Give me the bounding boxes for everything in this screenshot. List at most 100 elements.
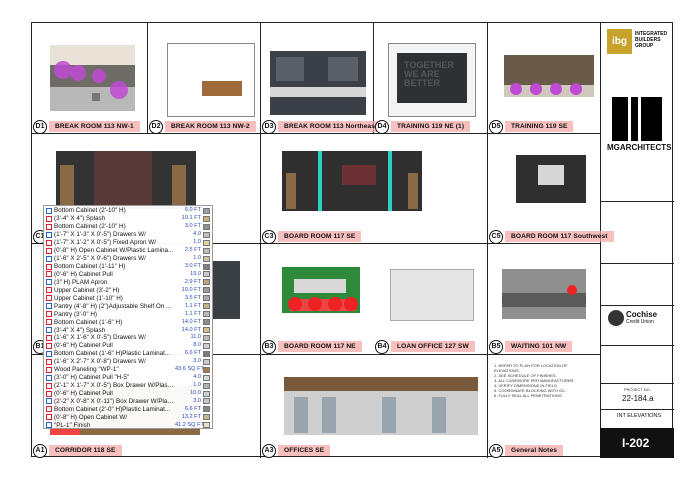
legend-swatch (203, 303, 210, 310)
legend-label: (1'-6" X 1'-6" X 0'-5") Drawers W/ (54, 334, 146, 342)
legend-row: (1'-6" X 1'-6" X 0'-5") Drawers W/11.0 (46, 334, 210, 342)
view-title: LOAN OFFICE 127 SW (391, 341, 475, 352)
view-tag-c5: C5 BOARD ROOM 117 Southwest (489, 229, 614, 244)
legend-label: Pantry (3'-0" H) (54, 310, 97, 318)
view-tag-d1: D1 BREAK ROOM 113 NW-1 (33, 119, 140, 134)
legend-label: (0'-6" H) Cabinet Pull (54, 270, 113, 278)
legend-swatch (203, 215, 210, 222)
view-tag-d5: D5 TRAINING 119 SE (489, 119, 574, 134)
measure-icon (46, 327, 52, 334)
measure-icon (46, 334, 52, 341)
legend-swatch (203, 414, 210, 421)
legend-label: (0'-8" H) Open Cabinet W/ (54, 413, 128, 421)
legend-row: (1'-7" X 1'-2" X 0'-5") Fixed Apron W/1.… (46, 239, 210, 247)
legend-row: Bottom Cabinet (2'-0" H)Plastic Laminat.… (46, 405, 210, 413)
legend-swatch (203, 319, 210, 326)
view-id: B5 (489, 339, 503, 354)
view-id: B3 (262, 339, 276, 354)
measure-icon (46, 414, 52, 421)
measure-icon (46, 247, 52, 254)
view-tag-d4: D4 TRAINING 119 NE (1) (375, 119, 471, 134)
view-tag-a5: A5 General Notes (489, 443, 564, 458)
legend-swatch (203, 255, 210, 262)
legend-row: "PL-1" Finish 41.2 SQ FT (46, 421, 210, 429)
view-id: A3 (262, 443, 276, 458)
legend-swatch (203, 334, 210, 341)
legend-row: (0'-8" H) Open Cabinet W/13.2 FT (46, 413, 210, 421)
legend-value: 10.1 FT (181, 215, 201, 222)
legend-swatch (203, 366, 210, 373)
legend-value: 1.1 FT (184, 310, 201, 317)
legend-value: 6.6 FT (184, 405, 201, 412)
view-title: BREAK ROOM 113 Northeast (278, 121, 384, 132)
legend-value: 6.6 FT (184, 350, 201, 357)
view-title: OFFICES SE (278, 445, 331, 456)
measure-icon (46, 398, 52, 405)
measure-icon (46, 215, 52, 222)
legend-value: 3.0 FT (184, 263, 201, 270)
legend-label: Bottom Cabinet (2'-10" H) (54, 207, 126, 215)
legend-label: (0'-6" H) Cabinet Pull (54, 390, 113, 398)
view-id: C5 (489, 229, 503, 244)
measure-icon (46, 295, 52, 302)
legend-label: Bottom Cabinet (2'-10" H) (54, 223, 126, 231)
measure-icon (46, 319, 52, 326)
legend-label: (3'-4" X 4") Splash (54, 326, 106, 334)
legend-swatch (203, 279, 210, 286)
legend-swatch (203, 342, 210, 349)
view-tag-b3: B3 BOARD ROOM 117 NE (262, 339, 362, 354)
view-tag-d2: D2 BREAK ROOM 113 NW-2 (149, 119, 256, 134)
view-title: BOARD ROOM 117 Southwest (505, 231, 614, 242)
client-name: Cochise (626, 310, 658, 319)
view-tag-a1: A1 CORRIDOR 118 SE (33, 443, 122, 458)
legend-row: Pantry (4'-8" H) (2")Adjustable Shelf On… (46, 302, 210, 310)
legend-value: 1.0 (193, 239, 201, 246)
sheet-title: INT ELEVATIONS (617, 413, 662, 419)
legend-value: 41.2 SQ FT (175, 421, 204, 428)
legend-swatch (203, 350, 210, 357)
legend-label: (2'-2" X 0'-8" X 0'-11") Box Drawer W/Pl… (54, 397, 175, 405)
view-id: B4 (375, 339, 389, 354)
legend-swatch (203, 374, 210, 381)
measure-icon (46, 279, 52, 286)
view-title: CORRIDOR 118 SE (49, 445, 122, 456)
measure-icon (46, 263, 52, 270)
legend-label: Upper Cabinet (1'-10" H) (54, 294, 123, 302)
legend-swatch (203, 398, 210, 405)
legend-row: Bottom Cabinet (1'-6" H)Plastic Laminat.… (46, 350, 210, 358)
legend-row: (3'-4" X 4") Splash 14.0 FT (46, 326, 210, 334)
legend-row: (1'-6" X 2'-5" X 0'-6") Drawers W/1.0 (46, 255, 210, 263)
measure-icon (46, 231, 52, 238)
project-no: 22-184.a (622, 394, 654, 403)
legend-value: 3.0 (193, 397, 201, 404)
client-sub: Credit Union (626, 319, 654, 325)
legend-swatch (203, 422, 210, 429)
legend-row: (2'-1" X 1'-7" X 0'-5") Box Drawer W/Pla… (46, 382, 210, 390)
legend-row: Pantry (3'-0" H) 1.1 FT (46, 310, 210, 318)
view-title: BOARD ROOM 117 NE (278, 341, 362, 352)
project-no-label: PROJECT NO. (624, 387, 651, 392)
legend-value: 14.0 FT (181, 318, 201, 325)
measure-icon (46, 303, 52, 310)
legend-row: (3'-0" H) Cabinet Pull "H-5" 4.0 (46, 374, 210, 382)
legend-swatch (203, 271, 210, 278)
legend-label: (1'-6" X 2'-5" X 0'-6") Drawers W/ (54, 255, 146, 263)
legend-row: (0'-8" H) Open Cabinet W/Plastic Lamina.… (46, 247, 210, 255)
legend-swatch (203, 239, 210, 246)
legend-value: 1.0 (193, 255, 201, 262)
measure-icon (46, 311, 52, 318)
mg-logo (612, 97, 662, 141)
legend-label: (1'-6" X 2'-7" X 0'-8") Drawers W/ (54, 358, 146, 366)
view-title: BREAK ROOM 113 NW-2 (165, 121, 256, 132)
view-id: C3 (262, 229, 276, 244)
legend-swatch (203, 358, 210, 365)
legend-swatch (203, 295, 210, 302)
measure-icon (46, 390, 52, 397)
legend-label: (3'-4" X 4") Splash (54, 215, 106, 223)
measure-icon (46, 271, 52, 278)
measure-icon (46, 382, 52, 389)
legend-row: (1'-7" X 1'-3" X 0'-5") Drawers W/4.0 (46, 231, 210, 239)
legend-value: 13.2 FT (181, 413, 201, 420)
measure-icon (46, 350, 52, 357)
firm2-name: MGARCHITECTS (607, 143, 672, 152)
